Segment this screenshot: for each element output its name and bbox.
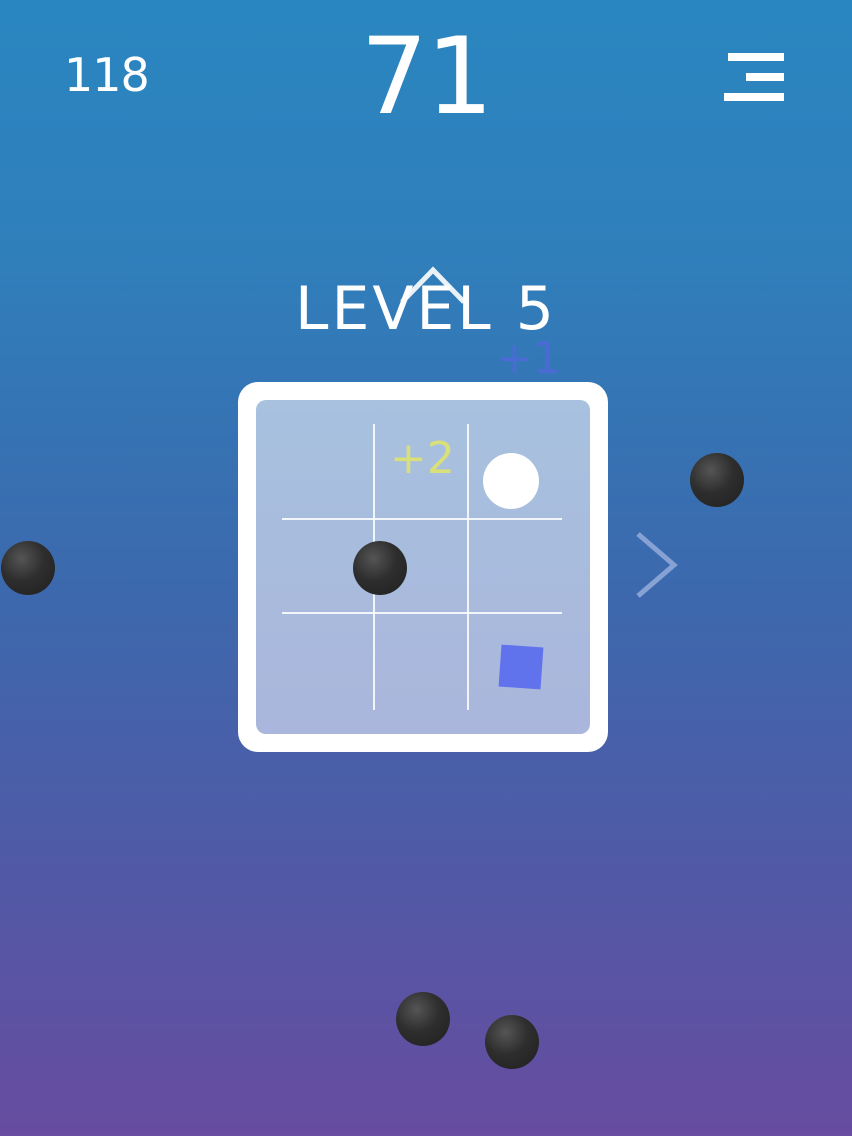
floating-ball: [485, 1015, 539, 1069]
grid-line: [282, 518, 562, 520]
menu-icon-bar: [746, 73, 784, 81]
floating-ball: [1, 541, 55, 595]
level-title: LEVEL 5: [295, 274, 557, 344]
obstacle-ball: [353, 541, 407, 595]
plus-one-bonus: +1: [496, 333, 561, 384]
menu-icon[interactable]: [722, 53, 786, 103]
grid-line: [282, 612, 562, 614]
plus-two-bonus: +2: [390, 433, 455, 484]
best-score: 118: [64, 48, 150, 102]
menu-icon-bar: [728, 53, 784, 61]
target-square: [498, 644, 544, 690]
menu-icon-bar: [724, 93, 784, 101]
floating-ball: [396, 992, 450, 1046]
floating-ball: [690, 453, 744, 507]
player-ball: [483, 453, 539, 509]
chevron-right-icon[interactable]: [632, 528, 682, 602]
current-score: 71: [360, 15, 494, 138]
grid-line: [467, 424, 469, 710]
